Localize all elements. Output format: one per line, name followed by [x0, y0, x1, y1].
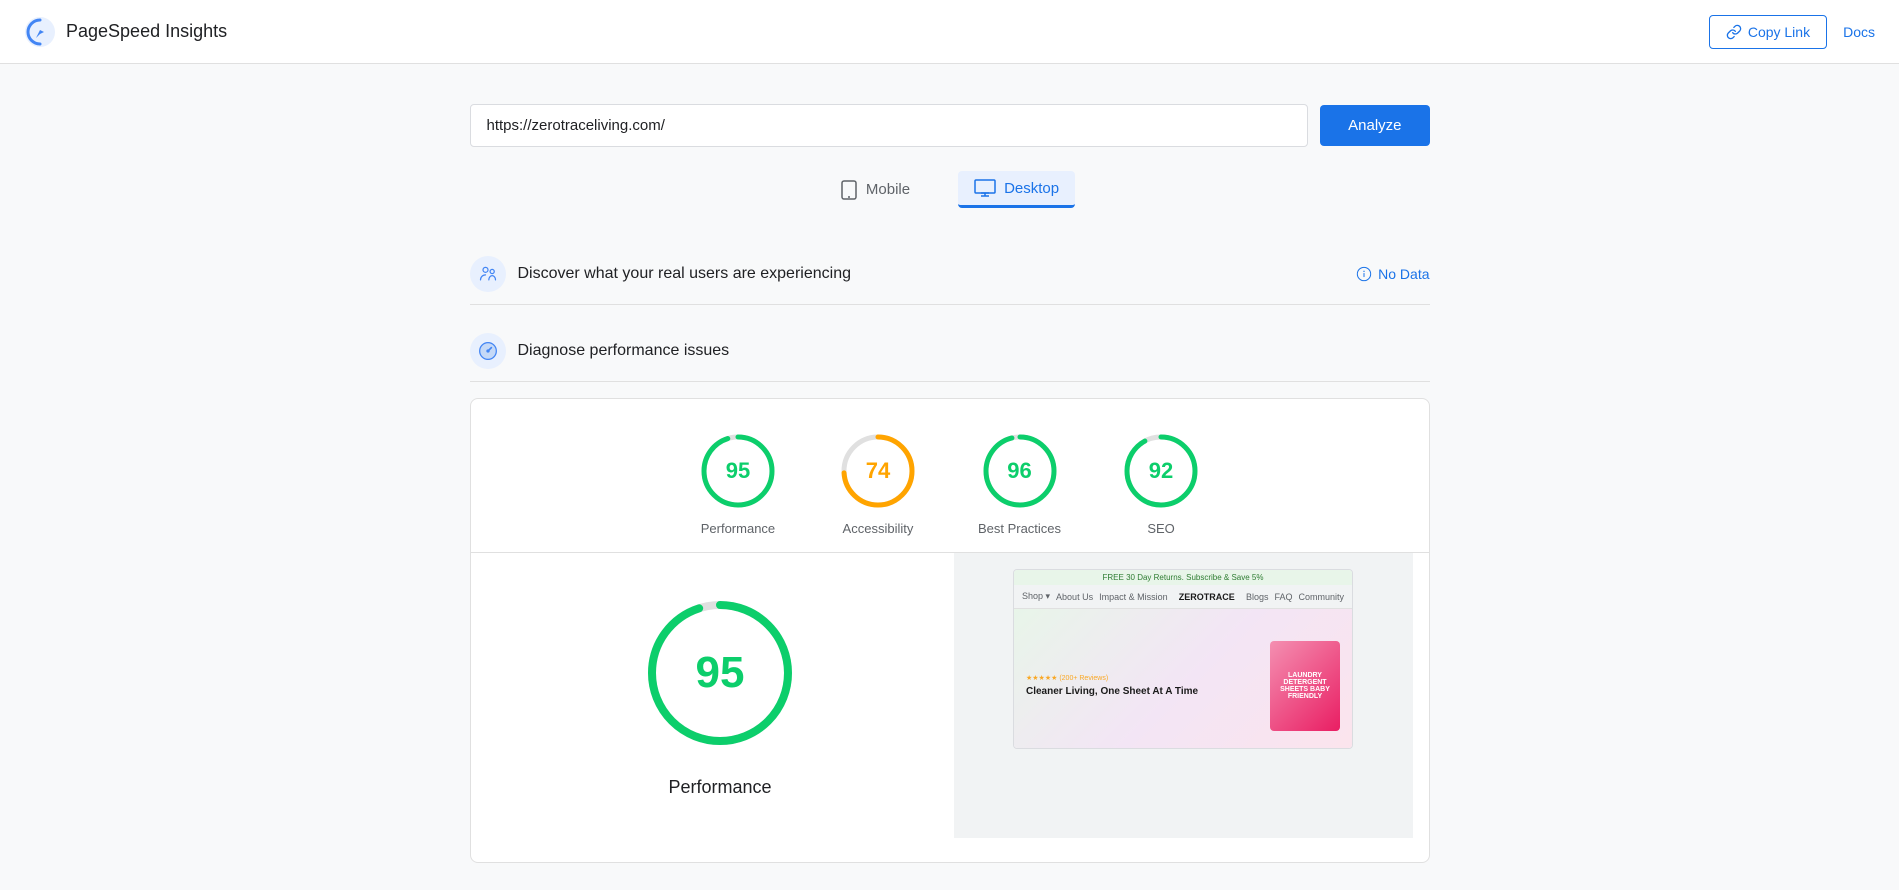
- analyze-button[interactable]: Analyze: [1320, 105, 1429, 146]
- score-performance[interactable]: 95 Performance: [698, 431, 778, 536]
- score-circle-accessibility: 74: [838, 431, 918, 511]
- scores-row: 95 Performance 74 Accessibility: [487, 431, 1413, 536]
- url-input[interactable]: [470, 104, 1309, 147]
- copy-link-button[interactable]: Copy Link: [1709, 15, 1827, 49]
- desktop-tab-label: Desktop: [1004, 180, 1059, 197]
- score-seo[interactable]: 92 SEO: [1121, 431, 1201, 536]
- score-label-best-practices: Best Practices: [978, 521, 1061, 536]
- device-tabs: Mobile Desktop: [470, 171, 1430, 208]
- score-value-seo: 92: [1149, 458, 1173, 484]
- screenshot-headline: Cleaner Living, One Sheet At A Time: [1026, 685, 1198, 699]
- bottom-section: 95 Performance FREE 30 Day Returns. Subs…: [487, 553, 1413, 838]
- score-accessibility[interactable]: 74 Accessibility: [838, 431, 918, 536]
- tab-desktop[interactable]: Desktop: [958, 171, 1075, 208]
- nav-link-faq: FAQ: [1274, 592, 1292, 602]
- pagespeed-logo: [24, 16, 56, 48]
- nav-link-community: Community: [1298, 592, 1344, 602]
- info-icon: [1356, 266, 1372, 282]
- header-actions: Copy Link Docs: [1709, 15, 1875, 49]
- screenshot-panel: FREE 30 Day Returns. Subscribe & Save 5%…: [954, 553, 1413, 838]
- score-value-accessibility: 74: [866, 458, 890, 484]
- nav-link-blogs: Blogs: [1246, 592, 1269, 602]
- score-label-accessibility: Accessibility: [843, 521, 914, 536]
- site-screenshot: FREE 30 Day Returns. Subscribe & Save 5%…: [1013, 569, 1353, 749]
- product-label: LAUNDRY DETERGENT SHEETS BABY FRIENDLY: [1274, 672, 1336, 700]
- diagnose-section-header: Diagnose performance issues: [470, 317, 1430, 382]
- desktop-icon: [974, 179, 996, 197]
- score-label-seo: SEO: [1147, 521, 1174, 536]
- no-data-indicator: No Data: [1356, 266, 1429, 282]
- main-content: Analyze Mobile Desktop: [450, 64, 1450, 863]
- site-logo-text: ZEROTRACE: [1179, 592, 1235, 602]
- score-best-practices[interactable]: 96 Best Practices: [978, 431, 1061, 536]
- users-icon: [478, 264, 498, 284]
- screenshot-left-content: ★★★★★ (200+ Reviews) Cleaner Living, One…: [1026, 674, 1198, 699]
- app-title: PageSpeed Insights: [66, 21, 227, 42]
- big-score-label: Performance: [668, 777, 771, 798]
- diagnose-section: Diagnose performance issues 95 Performan…: [470, 317, 1430, 863]
- gauge-icon: [478, 341, 498, 361]
- screenshot-product: LAUNDRY DETERGENT SHEETS BABY FRIENDLY: [1270, 641, 1340, 731]
- big-score-circle: 95: [640, 593, 800, 753]
- mobile-icon: [840, 180, 858, 200]
- app-header: PageSpeed Insights Copy Link Docs: [0, 0, 1899, 64]
- screenshot-body: ★★★★★ (200+ Reviews) Cleaner Living, One…: [1014, 609, 1352, 749]
- no-data-label: No Data: [1378, 266, 1429, 282]
- discover-section-header: Discover what your real users are experi…: [470, 240, 1430, 305]
- screenshot-nav: Shop ▾ About Us Impact & Mission ZEROTRA…: [1014, 585, 1352, 609]
- scores-card: 95 Performance 74 Accessibility: [470, 398, 1430, 863]
- nav-link-impact: Impact & Mission: [1099, 592, 1168, 602]
- score-circle-best-practices: 96: [980, 431, 1060, 511]
- score-circle-performance: 95: [698, 431, 778, 511]
- brand: PageSpeed Insights: [24, 16, 227, 48]
- discover-icon: [470, 256, 506, 292]
- link-icon: [1726, 24, 1742, 40]
- diagnose-title: Diagnose performance issues: [518, 342, 730, 360]
- screenshot-banner: FREE 30 Day Returns. Subscribe & Save 5%: [1014, 570, 1352, 585]
- score-circle-seo: 92: [1121, 431, 1201, 511]
- discover-title: Discover what your real users are experi…: [518, 265, 851, 283]
- nav-link-shop: Shop ▾: [1022, 591, 1050, 602]
- score-value-best-practices: 96: [1007, 458, 1031, 484]
- search-row: Analyze: [470, 104, 1430, 147]
- score-value-performance: 95: [726, 458, 750, 484]
- nav-link-about: About Us: [1056, 592, 1093, 602]
- diagnose-icon: [470, 333, 506, 369]
- mobile-tab-label: Mobile: [866, 181, 910, 198]
- tab-mobile[interactable]: Mobile: [824, 171, 926, 208]
- docs-link[interactable]: Docs: [1843, 24, 1875, 40]
- perf-detail-left: 95 Performance: [487, 553, 954, 838]
- banner-text: FREE 30 Day Returns. Subscribe & Save 5%: [1103, 573, 1264, 582]
- score-label-performance: Performance: [701, 521, 775, 536]
- copy-link-label: Copy Link: [1748, 24, 1810, 40]
- big-score-value: 95: [696, 648, 745, 698]
- screenshot-stars: ★★★★★ (200+ Reviews): [1026, 674, 1198, 682]
